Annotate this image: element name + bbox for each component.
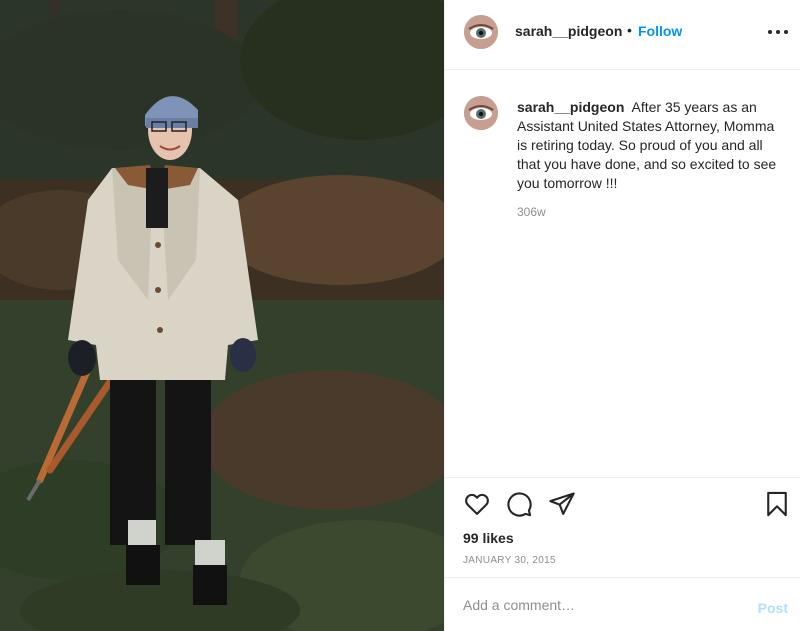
avatar-image bbox=[464, 96, 498, 130]
post-header: sarah__pidgeon • Follow bbox=[445, 0, 800, 70]
separator-dot: • bbox=[627, 22, 632, 38]
post-actions: 99 likes JANUARY 30, 2015 bbox=[445, 477, 800, 577]
comment-input[interactable] bbox=[463, 594, 743, 616]
photo-scene bbox=[0, 0, 444, 631]
post-comment-button[interactable]: Post bbox=[758, 600, 788, 616]
post-date[interactable]: JANUARY 30, 2015 bbox=[463, 555, 556, 566]
follow-button[interactable]: Follow bbox=[638, 23, 682, 39]
bookmark-icon[interactable] bbox=[763, 490, 791, 518]
avatar-image bbox=[464, 15, 498, 49]
more-options-icon[interactable] bbox=[767, 21, 789, 43]
more-dot bbox=[784, 30, 788, 34]
likes-count[interactable]: 99 likes bbox=[463, 530, 514, 546]
comments-area: sarah__pidgeon After 35 years as an Assi… bbox=[445, 70, 800, 476]
avatar[interactable] bbox=[464, 15, 498, 49]
caption-avatar[interactable] bbox=[464, 96, 498, 130]
comment-icon[interactable] bbox=[505, 490, 533, 518]
heart-icon[interactable] bbox=[463, 490, 491, 518]
post-photo bbox=[0, 0, 444, 631]
caption-username[interactable]: sarah__pidgeon bbox=[517, 99, 624, 115]
post-author-username[interactable]: sarah__pidgeon bbox=[515, 23, 622, 39]
share-icon[interactable] bbox=[548, 490, 576, 518]
post-details-panel: sarah__pidgeon • Follow sarah__pidgeon A… bbox=[444, 0, 800, 631]
more-dot bbox=[776, 30, 780, 34]
caption-timestamp[interactable]: 306w bbox=[517, 205, 546, 219]
post-caption: sarah__pidgeon After 35 years as an Assi… bbox=[517, 98, 787, 193]
add-comment-bar: Post bbox=[445, 577, 800, 631]
more-dot bbox=[768, 30, 772, 34]
